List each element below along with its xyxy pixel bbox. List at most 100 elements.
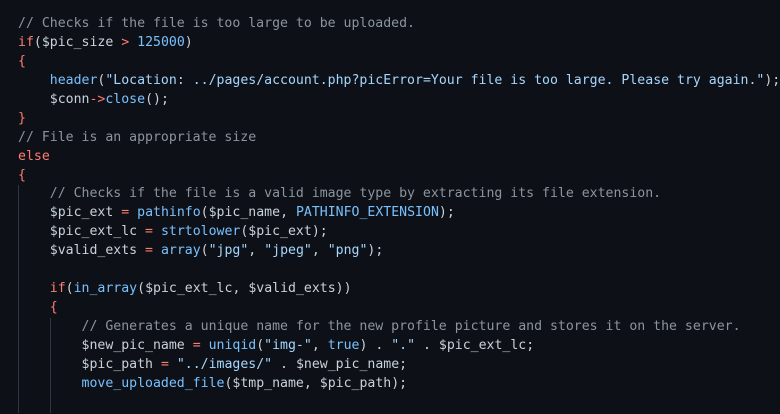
code-line: // Checks if the file is a valid image t… — [0, 185, 780, 205]
code-token: ( — [137, 281, 146, 297]
code-token: array — [160, 243, 201, 259]
code-line: // Generates a unique name for the new p… — [0, 318, 780, 337]
code-token: "img-" — [264, 337, 312, 353]
code-block[interactable]: // Checks if the file is too large to be… — [0, 15, 780, 413]
indent-guide — [18, 223, 19, 243]
code-token: > — [113, 34, 138, 50]
indent-guide — [49, 355, 51, 375]
code-token: close — [105, 91, 146, 107]
code-token: $pic_path — [81, 356, 153, 372]
code-token: // Checks if the file is a valid image t… — [49, 186, 662, 202]
code-line: if($pic_size > 125000) — [0, 34, 780, 53]
indent-guide — [49, 393, 51, 413]
code-token: , — [303, 375, 320, 391]
code-token: $tmp_name — [232, 375, 304, 391]
code-token: "../images/" — [176, 356, 273, 372]
code-line — [0, 261, 780, 281]
code-token: $pic_name — [208, 205, 281, 221]
code-token: $valid_exts — [248, 281, 336, 297]
code-token: ( — [33, 34, 42, 50]
code-token: $pic_path — [319, 375, 392, 391]
indent-guide — [18, 318, 19, 337]
code-token: { — [18, 53, 26, 69]
code-token: = — [137, 224, 161, 240]
code-token: ); — [367, 243, 384, 259]
code-line: { — [0, 299, 780, 318]
code-token: = — [113, 205, 138, 221]
code-token: "png" — [327, 243, 368, 259]
code-token: ; — [526, 337, 535, 353]
code-token: , — [311, 243, 328, 259]
code-token: uniqid — [208, 337, 257, 353]
code-token: in_array — [73, 281, 138, 297]
code-token: ) — [184, 34, 193, 50]
code-line: } — [0, 110, 780, 129]
code-token: else — [18, 148, 50, 164]
code-line: else — [0, 148, 780, 167]
code-line: $conn->close(); — [0, 91, 780, 110]
code-token: if — [18, 34, 34, 50]
indent-guide — [18, 261, 19, 281]
code-token: ; — [399, 356, 408, 372]
code-token: "Location: ../pages/account.php?picError… — [105, 72, 765, 88]
code-token: $pic_ext — [49, 205, 114, 221]
code-token: . — [415, 337, 439, 353]
code-line: { — [0, 53, 780, 72]
code-token: $valid_exts — [49, 243, 138, 259]
code-token: , — [311, 337, 328, 353]
code-token: "jpg" — [208, 243, 249, 259]
code-editor[interactable]: // Checks if the file is too large to be… — [0, 0, 780, 414]
code-token: ( — [65, 281, 74, 297]
code-token: true — [327, 337, 360, 353]
code-token: ); — [311, 224, 328, 240]
code-token: header — [49, 72, 98, 88]
code-token: pathinfo — [137, 205, 201, 221]
code-token: ( — [256, 337, 265, 353]
indent-guide — [18, 393, 19, 413]
code-line: $new_pic_name = uniqid("img-", true) . "… — [0, 336, 780, 356]
code-token: (); — [145, 91, 169, 107]
code-line: header("Location: ../pages/account.php?p… — [0, 72, 780, 91]
code-line: $pic_ext_lc = strtolower($pic_ext); — [0, 223, 780, 243]
code-line: // Checks if the file is too large to be… — [0, 15, 780, 34]
code-line: move_uploaded_file($tmp_name, $pic_path)… — [0, 374, 780, 394]
indent-guide — [18, 280, 19, 300]
code-token: = — [137, 243, 161, 259]
code-token: strtolower — [160, 224, 241, 240]
code-line — [0, 393, 780, 413]
indent-guide — [49, 374, 51, 394]
code-token: $pic_ext_lc — [49, 224, 138, 240]
code-token: )) — [335, 281, 352, 297]
code-line: $pic_path = "../images/" . $new_pic_name… — [0, 355, 780, 375]
code-token: if — [49, 281, 66, 297]
code-token: , — [248, 243, 265, 259]
code-token: { — [18, 167, 26, 183]
indent-guide — [49, 318, 51, 337]
code-token: $pic_ext — [248, 224, 312, 240]
code-token: // File is an appropriate size — [18, 129, 257, 145]
code-token: $pic_size — [41, 34, 114, 50]
code-token: } — [18, 110, 26, 126]
code-token: ( — [200, 243, 209, 259]
indent-guide — [18, 374, 19, 394]
code-token: $conn — [49, 91, 90, 107]
indent-guide — [18, 336, 19, 356]
indent-guide — [18, 204, 19, 224]
code-token: ); — [764, 72, 780, 88]
code-line: // File is an appropriate size — [0, 129, 780, 148]
code-token: move_uploaded_file — [81, 375, 225, 391]
code-token: $pic_ext_lc — [145, 281, 233, 297]
code-token: $pic_ext_lc — [438, 337, 527, 353]
code-token: $new_pic_name — [81, 337, 185, 353]
code-token: , — [280, 205, 296, 221]
code-line: $pic_ext = pathinfo($pic_name, PATHINFO_… — [0, 204, 780, 224]
code-token: -> — [89, 91, 106, 107]
code-line: { — [0, 167, 780, 186]
code-line: if(in_array($pic_ext_lc, $valid_exts)) — [0, 280, 780, 300]
indent-guide — [18, 299, 19, 318]
